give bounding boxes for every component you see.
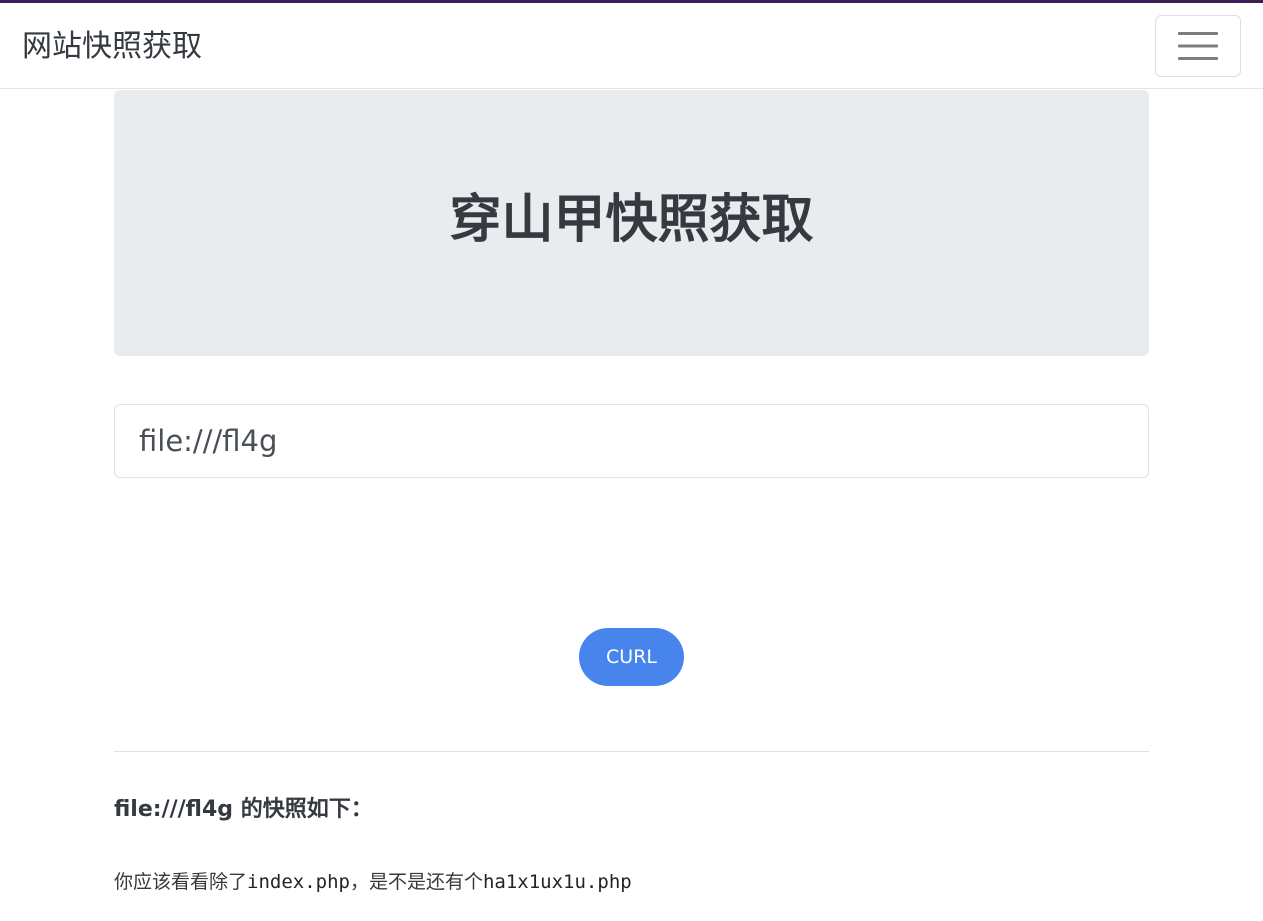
curl-button[interactable]: CURL [579,628,684,686]
navbar-brand[interactable]: 网站快照获取 [22,25,202,69]
jumbotron: 穿山甲快照获取 [114,90,1149,356]
result-heading: file:///fl4g 的快照如下： [114,797,373,822]
page-title: 穿山甲快照获取 [449,190,814,250]
result-code-index: index.php [247,871,350,893]
result-text: 你应该看看除了index.php，是不是还有个ha1x1ux1u.php [114,867,632,897]
hamburger-menu-icon [1178,32,1218,60]
navbar-toggle-button[interactable] [1155,15,1241,77]
result-code-hint-file: ha1x1ux1u.php [482,871,632,893]
url-input[interactable] [114,404,1149,478]
divider [114,751,1149,752]
result-text-part1: 你应该看看除了 [114,871,248,893]
result-text-part2: ，是不是还有个 [349,871,483,893]
navbar: 网站快照获取 [0,3,1263,89]
